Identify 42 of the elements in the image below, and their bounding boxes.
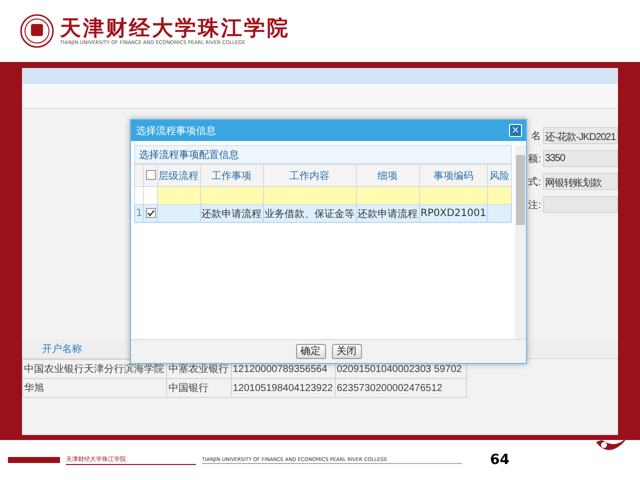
table-cell: 中国银行: [166, 378, 232, 398]
form-field[interactable]: [543, 196, 618, 213]
field-label: 额:: [528, 152, 541, 166]
column-header[interactable]: 层级流程: [157, 164, 200, 186]
filter-cell[interactable]: [356, 186, 420, 204]
filter-cell[interactable]: [488, 186, 512, 204]
filter-cell[interactable]: [419, 186, 488, 204]
column-header[interactable]: 工作内容: [263, 164, 356, 186]
row-number: 1: [134, 204, 144, 222]
form-field[interactable]: 网银转账划款: [543, 173, 618, 190]
scrollbar[interactable]: [515, 145, 526, 339]
close-button[interactable]: ×: [509, 124, 522, 137]
column-header[interactable]: 细项: [356, 164, 420, 186]
column-header: 开户名称: [42, 342, 82, 356]
dialog-button[interactable]: 确定: [296, 344, 326, 359]
table-cell: 6235730200002476512: [335, 378, 466, 398]
filter-cell[interactable]: [263, 186, 356, 204]
column-header[interactable]: 事项编码: [419, 164, 488, 186]
table-cell: 还款申请流程: [200, 204, 264, 222]
table-cell: 120105198404123922: [231, 378, 336, 398]
dialog-title: 选择流程事项信息: [136, 124, 216, 138]
field-label: 名: [531, 130, 541, 142]
field-label: 式:: [528, 176, 541, 188]
column-header[interactable]: 工作事项: [200, 164, 264, 186]
dialog-button[interactable]: 关闭: [332, 344, 362, 359]
checkbox[interactable]: [146, 170, 156, 180]
table-cell: 业务借款、保证金等: [263, 204, 356, 222]
column-header[interactable]: 风险: [488, 164, 512, 186]
page-number: 64: [490, 452, 510, 468]
school-logo-text: 天津财经大学珠江学院: [60, 16, 290, 40]
table-cell: RP0XD21001: [419, 204, 488, 222]
panel-title: 选择流程事项配置信息: [139, 148, 239, 162]
table-cell: 还款申请流程: [356, 204, 420, 222]
table-cell: [488, 204, 512, 222]
filter-cell[interactable]: [157, 186, 200, 204]
filter-cell[interactable]: [200, 186, 264, 204]
form-field[interactable]: 还-花款-JKD2021: [543, 127, 618, 144]
school-emblem-icon: [20, 14, 54, 48]
field-label: 注:: [528, 198, 541, 212]
checkbox[interactable]: [146, 208, 156, 218]
table-cell: 华旭: [22, 378, 167, 398]
form-field[interactable]: 3350: [543, 150, 618, 167]
